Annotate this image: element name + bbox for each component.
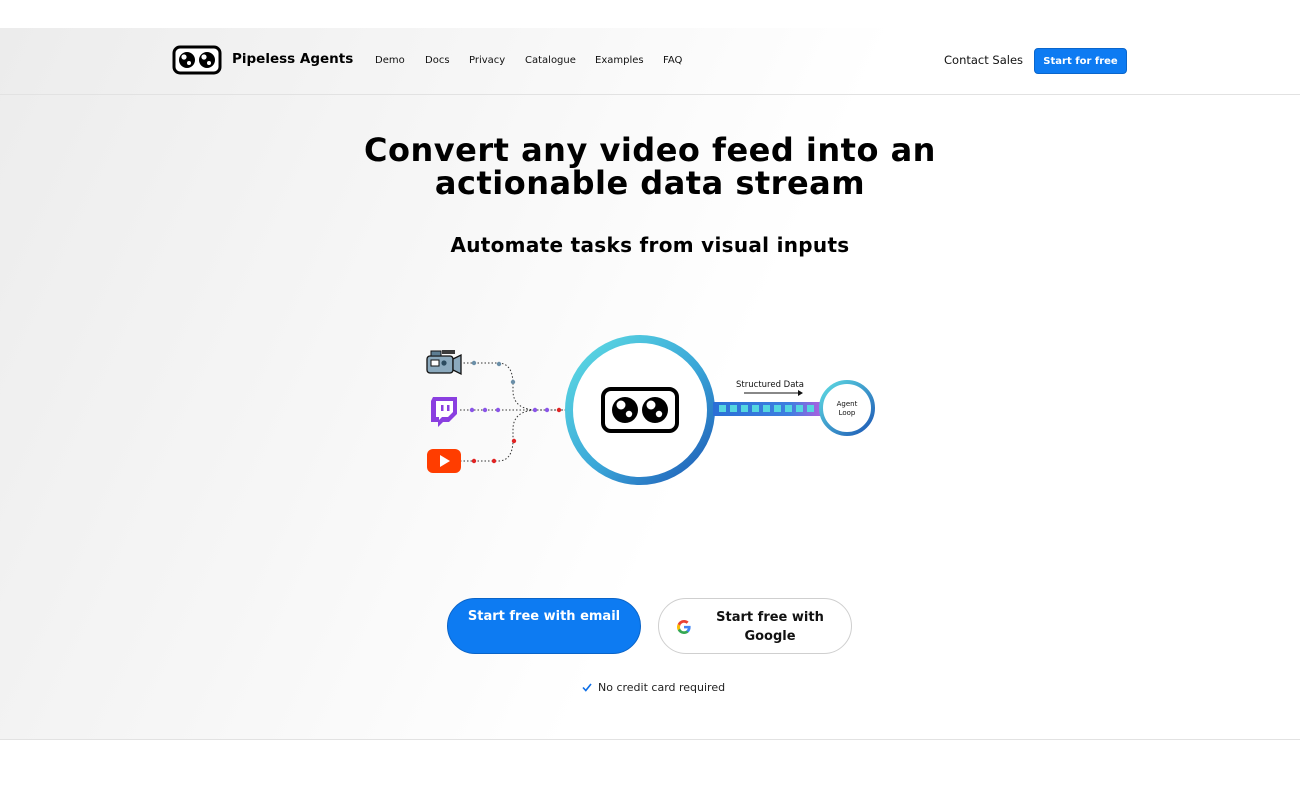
data-packets [719, 405, 814, 412]
nav-faq[interactable]: FAQ [663, 55, 682, 66]
agent-loop-label-1: Agent [837, 400, 858, 408]
arrow-right-icon [744, 390, 803, 396]
pipeless-center-logo-icon [601, 387, 679, 433]
pipeless-logo-icon[interactable] [172, 45, 222, 75]
start-free-google-button[interactable]: Start free with Google [658, 598, 852, 654]
camera-dots [471, 360, 516, 385]
start-for-free-button[interactable]: Start for free [1034, 48, 1127, 74]
hero-title-line-1: Convert any video feed into an [364, 131, 936, 169]
youtube-dots [471, 407, 562, 464]
no-credit-card-text: No credit card required [598, 681, 726, 694]
check-icon [582, 683, 592, 692]
start-free-email-button[interactable]: Start free with email [447, 598, 641, 654]
nav-privacy[interactable]: Privacy [469, 55, 505, 66]
connection-lines [460, 362, 565, 462]
contact-sales-link[interactable]: Contact Sales [944, 53, 1023, 67]
nav-examples[interactable]: Examples [595, 55, 644, 66]
brand-name[interactable]: Pipeless Agents [232, 51, 353, 67]
no-credit-card-note: No credit card required [582, 681, 725, 694]
google-icon [677, 620, 691, 634]
twitch-icon [431, 397, 457, 427]
nav-demo[interactable]: Demo [375, 55, 405, 66]
pipeline-diagram: Structured Data Agent Loop [426, 335, 875, 485]
agent-loop-circle [819, 380, 875, 436]
video-camera-icon [426, 350, 462, 376]
hero-subtitle: Automate tasks from visual inputs [450, 233, 850, 257]
section-divider [0, 739, 1300, 740]
agent-loop-label-2: Loop [839, 409, 856, 417]
google-button-label: Start free with Google [716, 610, 824, 644]
hero-title: Convert any video feed into an actionabl… [300, 134, 1000, 200]
top-strip [0, 0, 1300, 28]
nav-docs[interactable]: Docs [425, 55, 450, 66]
hero-title-line-2: actionable data stream [434, 164, 866, 202]
nav-catalogue[interactable]: Catalogue [525, 55, 576, 66]
youtube-icon [427, 449, 461, 473]
structured-data-label: Structured Data [736, 380, 804, 390]
